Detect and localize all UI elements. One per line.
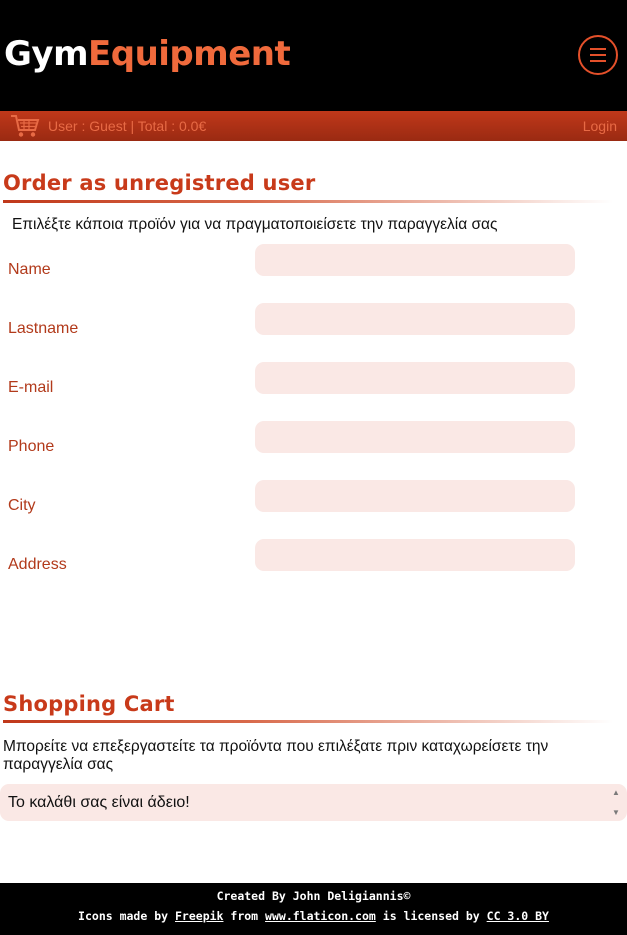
flaticon-link[interactable]: www.flaticon.com [265, 909, 376, 923]
lastname-label: Lastname [8, 320, 79, 337]
shopping-cart-icon[interactable] [10, 113, 40, 139]
logo-equipment: Equipment [88, 34, 291, 74]
form-row-phone: Phone [0, 421, 627, 455]
order-instructions: Επιλέξτε κάποια προϊόν για να πραγματοπο… [12, 216, 498, 233]
footer-credit: Created By John Deligiannis© [216, 889, 411, 903]
site-logo[interactable]: GymEquipment [4, 34, 291, 74]
name-input[interactable] [255, 244, 575, 276]
form-row-name: Name [0, 244, 627, 278]
license-link[interactable]: CC 3.0 BY [487, 909, 549, 923]
logo-gym: Gym [4, 34, 89, 74]
user-bar: User : Guest | Total : 0.0€ Login [0, 111, 627, 141]
phone-label: Phone [8, 438, 55, 455]
form-row-email: E-mail [0, 362, 627, 396]
form-row-address: Address [0, 539, 627, 573]
phone-input[interactable] [255, 421, 575, 453]
licensed-text: is licensed by [382, 909, 480, 923]
freepik-link[interactable]: Freepik [175, 909, 223, 923]
cart-title-underline [3, 720, 613, 723]
hamburger-menu-icon[interactable] [578, 35, 618, 75]
footer: Created By John Deligiannis© Icons made … [0, 883, 627, 935]
name-label: Name [8, 261, 51, 278]
user-info: User : Guest | Total : 0.0€ [48, 118, 207, 134]
scroll-up-arrow-icon[interactable]: ▲ [610, 788, 622, 798]
cart-contents-box[interactable]: Το καλάθι σας είναι άδειο! ▲ ▼ [0, 784, 627, 821]
address-input[interactable] [255, 539, 575, 571]
order-title-underline [3, 200, 613, 203]
form-row-lastname: Lastname [0, 303, 627, 337]
scroll-down-arrow-icon[interactable]: ▼ [610, 808, 622, 818]
order-title: Order as unregistred user [3, 171, 316, 195]
address-label: Address [8, 556, 67, 573]
city-label: City [8, 497, 36, 514]
cart-empty-message: Το καλάθι σας είναι άδειο! [8, 794, 190, 811]
cart-title: Shopping Cart [3, 692, 175, 716]
cart-description: Μπορείτε να επεξεργαστείτε τα προϊόντα π… [3, 738, 549, 773]
lastname-input[interactable] [255, 303, 575, 335]
login-link[interactable]: Login [583, 118, 617, 134]
icons-made-by-text: Icons made by [78, 909, 169, 923]
form-row-city: City [0, 480, 627, 514]
from-text: from [230, 909, 259, 923]
footer-attribution: Icons made by Freepik from www.flaticon.… [0, 909, 627, 923]
email-label: E-mail [8, 379, 54, 396]
header: GymEquipment [0, 0, 627, 111]
email-input[interactable] [255, 362, 575, 394]
city-input[interactable] [255, 480, 575, 512]
